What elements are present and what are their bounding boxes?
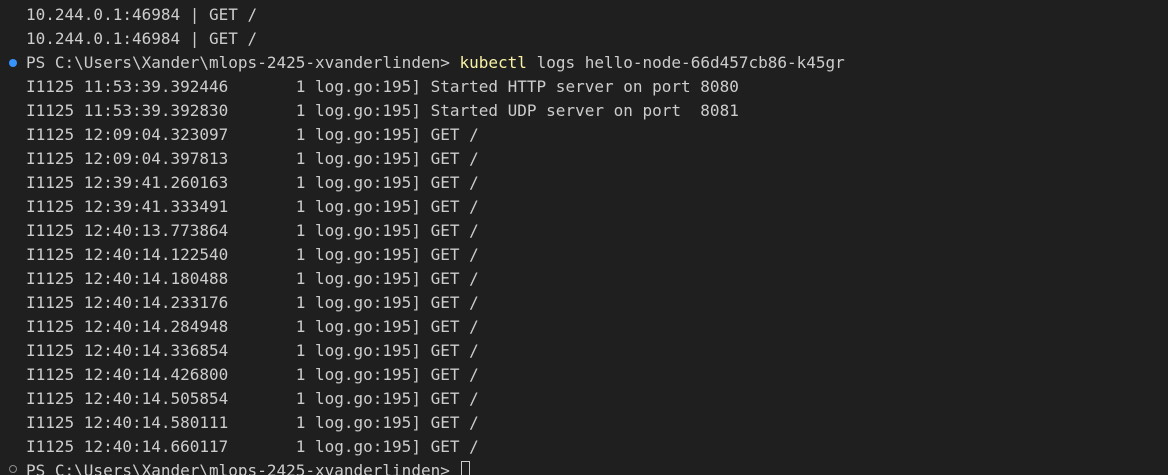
prompt-line: PS C:\Users\Xander\mlops-2425-xvanderlin… bbox=[26, 51, 1168, 75]
log-line: I1125 12:40:14.336854 1 log.go:195] GET … bbox=[26, 341, 479, 360]
command-success-decoration-icon[interactable] bbox=[9, 59, 17, 67]
prompt-path: PS C:\Users\Xander\mlops-2425-xvanderlin… bbox=[26, 461, 450, 475]
command-args: logs hello-node-66d457cb86-k45gr bbox=[536, 53, 845, 72]
log-line: I1125 12:40:14.505854 1 log.go:195] GET … bbox=[26, 389, 479, 408]
log-line: I1125 12:09:04.397813 1 log.go:195] GET … bbox=[26, 149, 479, 168]
log-line: I1125 12:40:14.180488 1 log.go:195] GET … bbox=[26, 269, 479, 288]
log-line: I1125 11:53:39.392830 1 log.go:195] Star… bbox=[26, 101, 739, 120]
log-line: I1125 12:40:13.773864 1 log.go:195] GET … bbox=[26, 221, 479, 240]
log-line: I1125 12:40:14.580111 1 log.go:195] GET … bbox=[26, 413, 479, 432]
output-line: 10.244.0.1:46984 | GET / bbox=[26, 5, 258, 24]
terminal-output: 10.244.0.1:46984 | GET / 10.244.0.1:4698… bbox=[26, 3, 1168, 475]
command-name: kubectl bbox=[459, 53, 527, 72]
log-output: I1125 11:53:39.392446 1 log.go:195] Star… bbox=[26, 75, 1168, 459]
prompt-path: PS C:\Users\Xander\mlops-2425-xvanderlin… bbox=[26, 53, 450, 72]
log-line: I1125 12:09:04.323097 1 log.go:195] GET … bbox=[26, 125, 479, 144]
log-line: I1125 12:40:14.233176 1 log.go:195] GET … bbox=[26, 293, 479, 312]
terminal-cursor[interactable] bbox=[461, 461, 471, 475]
terminal-panel[interactable]: 10.244.0.1:46984 | GET / 10.244.0.1:4698… bbox=[0, 0, 1168, 475]
log-line: I1125 12:40:14.426800 1 log.go:195] GET … bbox=[26, 365, 479, 384]
log-line: I1125 12:39:41.333491 1 log.go:195] GET … bbox=[26, 197, 479, 216]
log-line: I1125 12:40:14.660117 1 log.go:195] GET … bbox=[26, 437, 479, 456]
output-line: 10.244.0.1:46984 | GET / bbox=[26, 29, 258, 48]
log-line: I1125 11:53:39.392446 1 log.go:195] Star… bbox=[26, 77, 739, 96]
command-pending-decoration-icon[interactable] bbox=[9, 465, 17, 473]
log-line: I1125 12:39:41.260163 1 log.go:195] GET … bbox=[26, 173, 479, 192]
prompt-line: PS C:\Users\Xander\mlops-2425-xvanderlin… bbox=[26, 459, 1168, 475]
log-line: I1125 12:40:14.284948 1 log.go:195] GET … bbox=[26, 317, 479, 336]
log-line: I1125 12:40:14.122540 1 log.go:195] GET … bbox=[26, 245, 479, 264]
